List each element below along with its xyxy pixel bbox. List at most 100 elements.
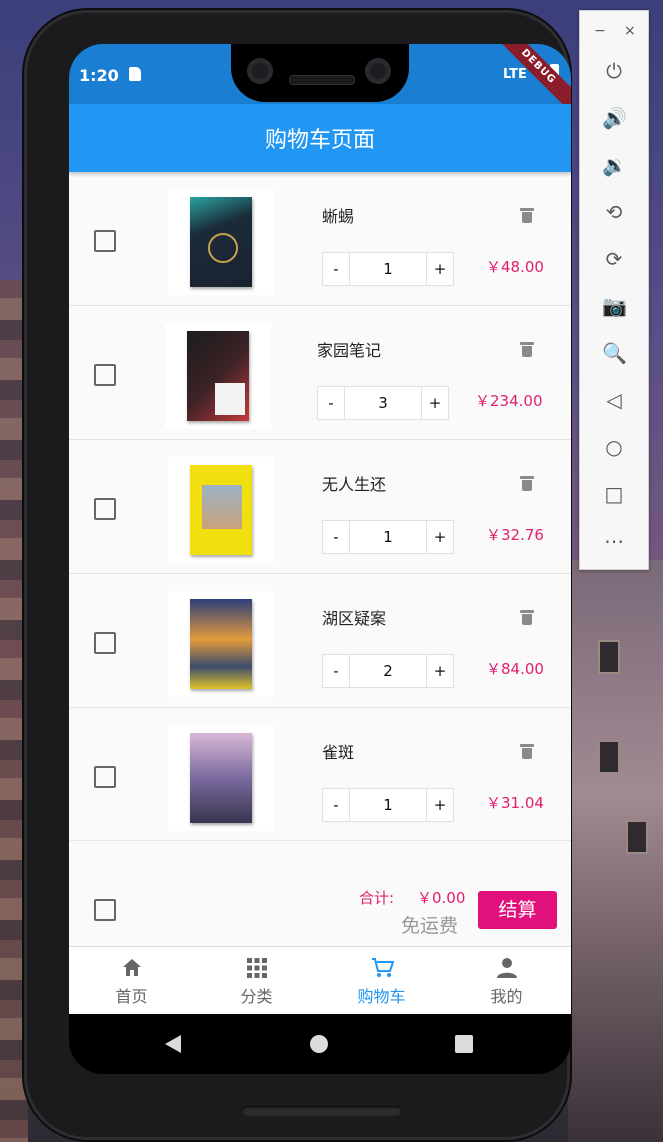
more-icon[interactable]: ⋯ [602, 529, 626, 553]
cart-item: 雀斑 - 1 + ￥31.04 [69, 708, 571, 842]
back-icon[interactable]: ◁ [602, 388, 626, 412]
item-checkbox[interactable] [94, 364, 116, 386]
emulator-toolbar: − × ⏻ 🔊 🔉 ⟲ ⟳ 📷 🔍 ◁ ○ □ ⋯ [579, 10, 649, 570]
total-value: ￥0.00 [417, 889, 466, 907]
camera-icon[interactable]: 📷 [602, 294, 627, 318]
total-label: 合计: [359, 889, 395, 907]
quantity-field[interactable]: 3 [344, 387, 422, 419]
system-navigation-bar [69, 1014, 571, 1074]
home-icon[interactable]: ○ [602, 435, 626, 459]
zoom-icon[interactable]: 🔍 [602, 341, 627, 365]
tab-label: 首页 [115, 987, 148, 1006]
quantity-stepper: - 3 + [317, 386, 449, 420]
book-cover [168, 457, 274, 563]
tab-cart[interactable]: 购物车 [319, 947, 444, 1015]
earpiece [289, 75, 355, 85]
decrement-button[interactable]: - [323, 253, 349, 285]
increment-button[interactable]: + [427, 521, 453, 553]
increment-button[interactable]: + [427, 789, 453, 821]
increment-button[interactable]: + [427, 655, 453, 687]
item-checkbox[interactable] [94, 498, 116, 520]
delete-icon[interactable] [520, 610, 534, 625]
cart-item: 湖区疑案 - 2 + ￥84.00 [69, 574, 571, 708]
phone-frame: 1:20 LTE DEBUG 购物车页面 蜥蜴 - 1 + ￥48.00 家园笔… [24, 10, 571, 1140]
book-cover [168, 591, 274, 697]
quantity-field[interactable]: 1 [349, 521, 427, 553]
delete-icon[interactable] [520, 208, 534, 223]
cover-lizard-image [190, 197, 252, 287]
quantity-stepper: - 1 + [322, 788, 454, 822]
item-price: ￥48.00 [486, 258, 544, 276]
book-cover [168, 189, 274, 295]
tab-profile[interactable]: 我的 [444, 947, 569, 1015]
quantity-stepper: - 2 + [322, 654, 454, 688]
item-checkbox[interactable] [94, 766, 116, 788]
delete-icon[interactable] [520, 476, 534, 491]
item-title: 家园笔记 [317, 341, 382, 360]
delete-icon[interactable] [520, 744, 534, 759]
decrement-button[interactable]: - [323, 521, 349, 553]
tab-category[interactable]: 分类 [194, 947, 319, 1015]
quantity-stepper: - 1 + [322, 252, 454, 286]
cart-list[interactable]: 蜥蜴 - 1 + ￥48.00 家园笔记 - 3 + ￥234.00 无人生还 … [69, 172, 571, 842]
checkout-button[interactable]: 结算 [478, 891, 557, 929]
decrement-button[interactable]: - [323, 789, 349, 821]
quantity-stepper: - 1 + [322, 520, 454, 554]
close-button[interactable]: × [624, 23, 636, 39]
cart-item: 无人生还 - 1 + ￥32.76 [69, 440, 571, 574]
rotate-right-icon[interactable]: ⟳ [602, 247, 626, 271]
item-price: ￥31.04 [486, 794, 544, 812]
item-price: ￥32.76 [486, 526, 544, 544]
bottom-navigation: 首页 分类 购物车 我的 [69, 946, 571, 1015]
item-price: ￥234.00 [475, 392, 543, 410]
rotate-left-icon[interactable]: ⟲ [602, 200, 626, 224]
cart-icon [371, 957, 394, 979]
volume-up-icon[interactable]: 🔊 [602, 106, 627, 130]
system-recents-icon[interactable] [455, 1035, 473, 1053]
cover-freckles-image [190, 733, 252, 823]
item-checkbox[interactable] [94, 632, 116, 654]
volume-down-icon[interactable]: 🔉 [602, 153, 627, 177]
front-sensor-icon [365, 58, 391, 84]
quantity-field[interactable]: 2 [349, 655, 427, 687]
free-shipping-note: 免运费 [401, 915, 459, 937]
bottom-speaker [242, 1106, 402, 1116]
increment-button[interactable]: + [422, 387, 448, 419]
front-camera-icon [247, 58, 273, 84]
cover-home-notes-image [187, 331, 249, 421]
power-icon[interactable]: ⏻ [602, 59, 626, 83]
item-title: 湖区疑案 [322, 609, 387, 628]
system-back-icon[interactable] [165, 1035, 181, 1053]
phone-screen: 1:20 LTE DEBUG 购物车页面 蜥蜴 - 1 + ￥48.00 家园笔… [69, 44, 571, 1074]
tab-label: 我的 [490, 987, 523, 1006]
book-cover [168, 725, 274, 831]
system-home-icon[interactable] [310, 1035, 328, 1053]
home-icon [121, 957, 143, 979]
network-label: LTE [503, 67, 527, 82]
camera-notch [231, 44, 409, 102]
overview-icon[interactable]: □ [602, 482, 626, 506]
cart-item: 家园笔记 - 3 + ￥234.00 [69, 306, 571, 440]
delete-icon[interactable] [520, 342, 534, 357]
decrement-button[interactable]: - [318, 387, 344, 419]
quantity-field[interactable]: 1 [349, 789, 427, 821]
cover-lake-district-mystery-image [190, 599, 252, 689]
background-buildings-right [568, 560, 663, 1142]
book-cover [165, 323, 271, 429]
quantity-field[interactable]: 1 [349, 253, 427, 285]
item-title: 蜥蜴 [322, 207, 355, 226]
item-title: 无人生还 [322, 475, 387, 494]
tab-label: 购物车 [357, 987, 406, 1006]
minimize-button[interactable]: − [594, 23, 606, 39]
select-all-checkbox[interactable] [94, 899, 116, 921]
sd-card-icon [129, 67, 141, 81]
cart-item: 蜥蜴 - 1 + ￥48.00 [69, 172, 571, 306]
app-bar: 购物车页面 [69, 104, 571, 172]
increment-button[interactable]: + [427, 253, 453, 285]
item-checkbox[interactable] [94, 230, 116, 252]
status-time: 1:20 [79, 66, 119, 85]
cart-summary: 合计: ￥0.00 免运费 结算 [69, 840, 571, 947]
decrement-button[interactable]: - [323, 655, 349, 687]
tab-home[interactable]: 首页 [69, 947, 194, 1015]
tab-label: 分类 [240, 987, 273, 1006]
